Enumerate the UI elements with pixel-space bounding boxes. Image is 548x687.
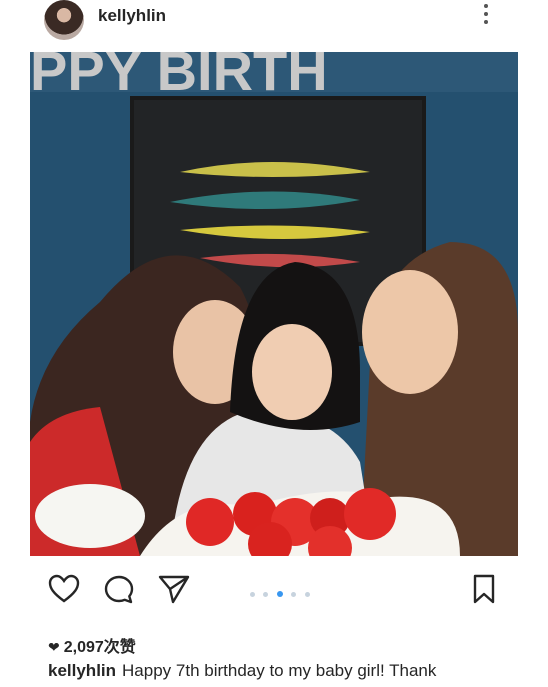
- heart-outline-icon[interactable]: [48, 574, 80, 604]
- carousel-indicator: [248, 584, 312, 597]
- caption-text: Happy 7th birthday to my baby girl! Than…: [122, 661, 437, 680]
- photo-image: PPY BIRTH: [30, 52, 518, 556]
- paper-plane-icon[interactable]: [158, 574, 190, 604]
- carousel-dot-active: [276, 591, 283, 597]
- bookmark-icon[interactable]: [472, 574, 496, 604]
- carousel-dot: [250, 592, 255, 597]
- post-header: kellyhlin: [0, 0, 548, 44]
- carousel-dot: [304, 592, 310, 597]
- caption: kellyhlin Happy 7th birthday to my baby g…: [48, 661, 436, 681]
- balloon-letters: PPY BIRTH: [30, 52, 328, 102]
- heart-filled-icon: ❤: [48, 639, 60, 655]
- avatar[interactable]: [44, 0, 84, 40]
- username[interactable]: kellyhlin: [98, 6, 166, 26]
- more-vertical-icon[interactable]: [481, 4, 491, 30]
- likes-text: 2,097次赞: [63, 639, 136, 656]
- post-photo[interactable]: PPY BIRTH: [30, 52, 518, 556]
- likes-count[interactable]: ❤ 2,097次赞: [48, 633, 136, 657]
- caption-username[interactable]: kellyhlin: [48, 661, 116, 680]
- comment-bubble-icon[interactable]: [103, 574, 135, 606]
